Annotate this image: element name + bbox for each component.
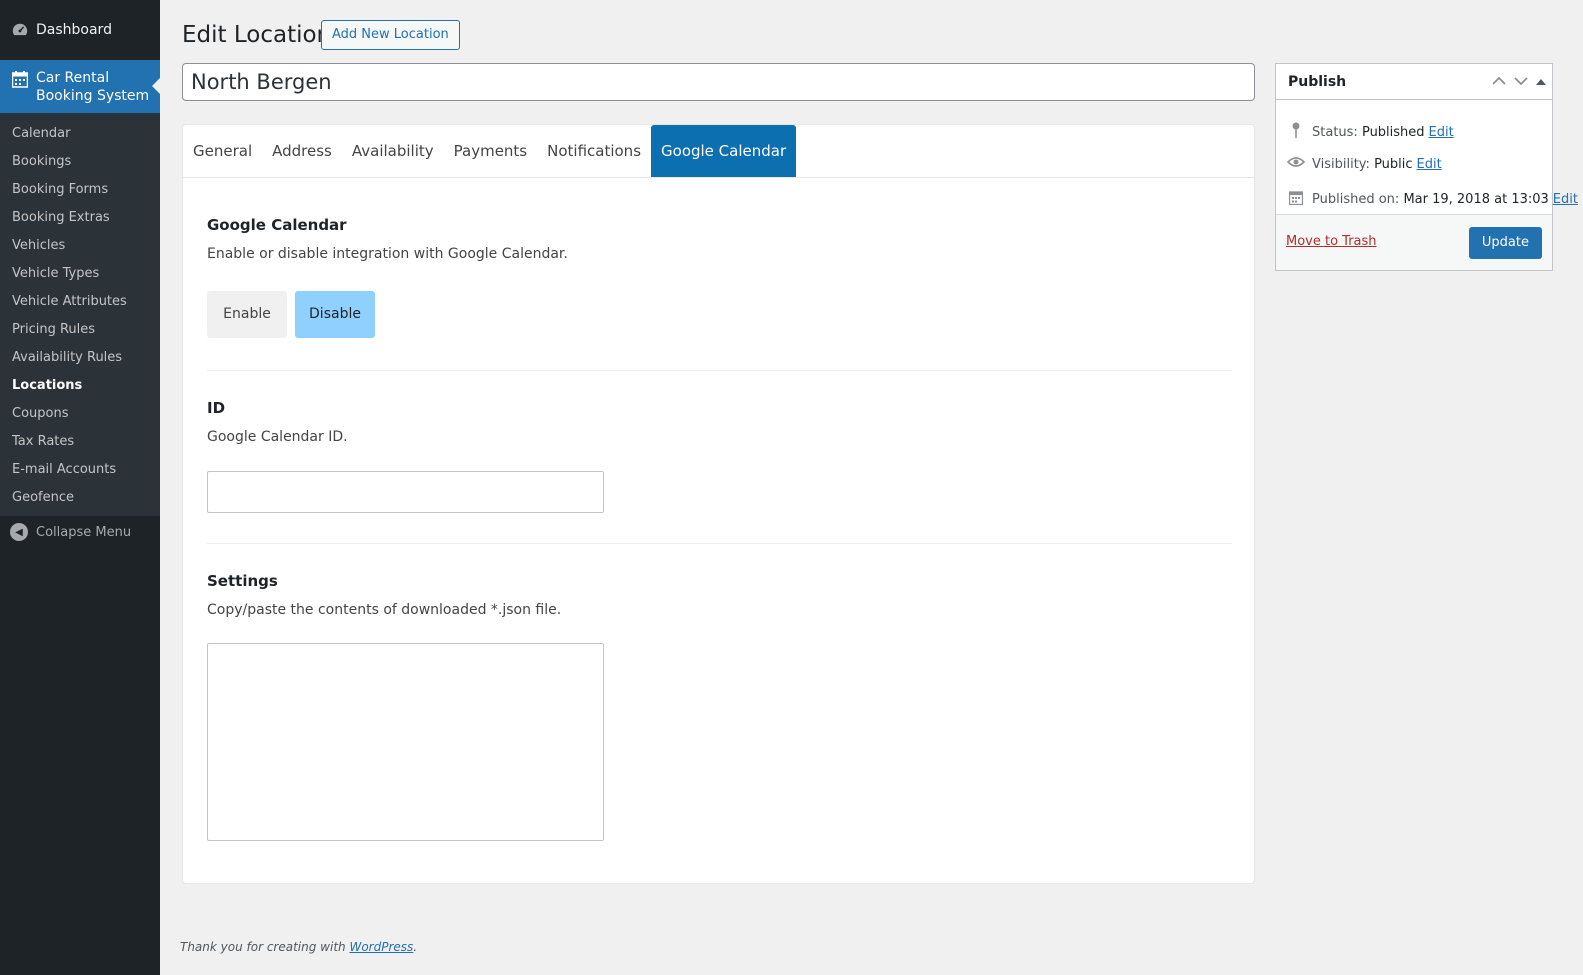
enable-button[interactable]: Enable — [207, 291, 287, 338]
status-label: Status: — [1312, 124, 1358, 140]
admin-footer: Thank you for creating with WordPress. — [180, 940, 417, 954]
section-title: Google Calendar — [207, 216, 347, 234]
edit-status-link[interactable]: Edit — [1429, 125, 1454, 140]
section-divider — [207, 543, 1232, 544]
calendar-icon — [10, 69, 30, 89]
sidebar-item-vehicle-types[interactable]: Vehicle Types — [0, 260, 160, 288]
move-to-trash-link[interactable]: Move to Trash — [1286, 234, 1377, 249]
publish-title: Publish — [1288, 73, 1347, 90]
sidebar-submenu: Calendar Bookings Booking Forms Booking … — [0, 113, 160, 516]
move-up-icon[interactable] — [1492, 74, 1506, 90]
visibility-row: Visibility: Public Edit — [1286, 156, 1442, 172]
sidebar-item-booking-extras[interactable]: Booking Extras — [0, 204, 160, 232]
settings-json-textarea[interactable] — [207, 643, 604, 841]
footer-text: Thank you for creating with — [180, 940, 350, 954]
published-label: Published on: — [1312, 192, 1400, 207]
sidebar-item-dashboard[interactable]: Dashboard — [0, 0, 160, 60]
google-calendar-section: Google Calendar Enable or disable integr… — [207, 216, 1232, 262]
sidebar-item-booking-forms[interactable]: Booking Forms — [0, 176, 160, 204]
pin-icon — [1286, 122, 1306, 142]
plugin-label-line-2: Booking System — [36, 88, 150, 104]
tab-notifications[interactable]: Notifications — [537, 125, 651, 177]
section-description: Copy/paste the contents of downloaded *.… — [207, 602, 562, 618]
sidebar-item-geofence[interactable]: Geofence — [0, 484, 160, 512]
toggle-panel-icon[interactable] — [1536, 74, 1546, 90]
footer-suffix: . — [413, 940, 418, 954]
sidebar-item-bookings[interactable]: Bookings — [0, 148, 160, 176]
disable-button[interactable]: Disable — [295, 291, 375, 338]
tab-address[interactable]: Address — [262, 125, 342, 177]
tab-payments[interactable]: Payments — [444, 125, 537, 177]
sidebar-item-availability-rules[interactable]: Availability Rules — [0, 344, 160, 372]
publish-actions: Move to Trash Update — [1276, 214, 1552, 270]
settings-section: Settings Copy/paste the contents of down… — [207, 572, 1232, 618]
admin-sidebar: Dashboard Car Rental Booking System Cale… — [0, 0, 160, 975]
collapse-menu-button[interactable]: ◀ Collapse Menu — [10, 518, 131, 546]
publish-header: Publish — [1276, 64, 1552, 100]
sidebar-item-pricing-rules[interactable]: Pricing Rules — [0, 316, 160, 344]
sidebar-item-label: Dashboard — [36, 22, 112, 38]
section-description: Google Calendar ID. — [207, 429, 348, 445]
update-button[interactable]: Update — [1468, 227, 1542, 259]
sidebar-item-coupons[interactable]: Coupons — [0, 400, 160, 428]
sidebar-item-vehicle-attributes[interactable]: Vehicle Attributes — [0, 288, 160, 316]
sidebar-item-calendar[interactable]: Calendar — [0, 120, 160, 148]
edit-date-link[interactable]: Edit — [1553, 192, 1578, 207]
add-new-location-button[interactable]: Add New Location — [321, 20, 460, 50]
calendar-icon — [1286, 190, 1306, 209]
sidebar-item-car-rental[interactable]: Car Rental Booking System — [0, 60, 160, 113]
status-row: Status: Published Edit — [1286, 122, 1454, 142]
published-value: Mar 19, 2018 at 13:03 — [1403, 192, 1549, 207]
visibility-value: Public — [1374, 156, 1413, 172]
sidebar-item-tax-rates[interactable]: Tax Rates — [0, 428, 160, 456]
collapse-arrow-icon: ◀ — [10, 523, 28, 541]
location-settings-box: General Address Availability Payments No… — [182, 124, 1255, 884]
publish-box: Publish Status: Published Edit Visibilit… — [1275, 63, 1578, 271]
tab-availability[interactable]: Availability — [342, 125, 444, 177]
publish-controls — [1492, 64, 1546, 100]
section-title: ID — [207, 399, 226, 417]
visibility-label: Visibility: — [1312, 156, 1370, 172]
page-title: Edit Location — [182, 22, 332, 48]
location-title-input[interactable]: North Bergen — [182, 63, 1255, 101]
sidebar-item-email-accounts[interactable]: E-mail Accounts — [0, 456, 160, 484]
edit-visibility-link[interactable]: Edit — [1417, 157, 1442, 172]
calendar-id-input[interactable] — [207, 471, 604, 513]
wordpress-link[interactable]: WordPress — [349, 940, 413, 954]
section-divider — [207, 370, 1232, 371]
sidebar-item-locations[interactable]: Locations — [0, 372, 160, 400]
dashboard-icon — [10, 20, 30, 40]
status-value: Published — [1361, 124, 1425, 140]
sidebar-item-label: Car Rental Booking System — [36, 69, 149, 105]
tab-bar: General Address Availability Payments No… — [183, 125, 1254, 178]
section-description: Enable or disable integration with Googl… — [207, 246, 568, 262]
eye-icon — [1286, 156, 1306, 172]
move-down-icon[interactable] — [1514, 74, 1528, 90]
sidebar-item-vehicles[interactable]: Vehicles — [0, 232, 160, 260]
published-on-row: Published on: Mar 19, 2018 at 13:03 Edit — [1286, 190, 1578, 209]
collapse-menu-label: Collapse Menu — [36, 524, 132, 540]
plugin-label-line-1: Car Rental — [36, 70, 110, 86]
tab-general[interactable]: General — [183, 125, 262, 177]
id-section: ID Google Calendar ID. — [207, 399, 1232, 445]
tab-google-calendar[interactable]: Google Calendar — [651, 125, 797, 177]
section-title: Settings — [207, 572, 278, 590]
